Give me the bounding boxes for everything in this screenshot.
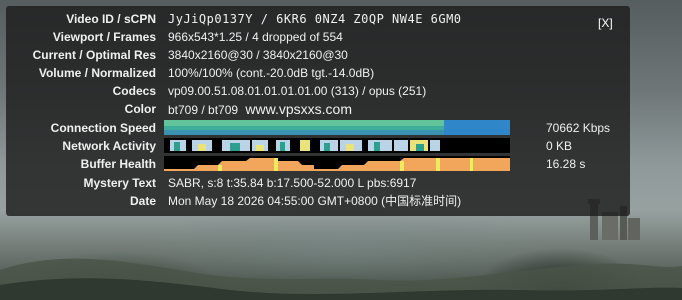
row-buffer-health: Buffer Health 16.28 s [6,155,626,173]
row-label: Connection Speed [50,121,156,135]
row-label: Volume / Normalized [38,66,156,80]
row-label: Buffer Health [80,157,156,171]
video-id-value: JyJiQp0137Y / 6KR6 0NZ4 Z0QP NW4E 6GM0 [168,12,462,26]
buffer-health-graph [164,156,510,171]
row-color: Color bt709 / bt709 www.vpsxxs.com [6,100,606,118]
connection-speed-value: 70662 Kbps [546,121,611,135]
date-value: Mon May 18 2026 04:55:00 GMT+0800 (中国标准时… [168,194,462,208]
row-label: Date [129,194,156,208]
row-resolution: Current / Optimal Res 3840x2160@30 / 384… [6,46,606,64]
codecs-value: vp09.00.51.08.01.01.01.01.00 (313) / opu… [168,84,427,98]
row-label: Video ID / sCPN [66,12,156,26]
row-codecs: Codecs vp09.00.51.08.01.01.01.01.00 (313… [6,82,606,100]
row-label: Color [124,102,156,116]
row-volume: Volume / Normalized 100%/100% (cont.-20.… [6,64,606,82]
color-text: bt709 / bt709 [168,103,239,117]
row-connection-speed: Connection Speed 70662 Kbps [6,119,626,137]
stats-for-nerds-panel: [X] Video ID / sCPN JyJiQp0137Y / 6KR6 0… [6,6,630,216]
row-mystery-text: Mystery Text SABR, s:8 t:35.84 b:17.500-… [6,174,606,192]
row-label: Viewport / Frames [52,30,156,44]
row-label: Network Activity [62,139,156,153]
row-label: Codecs [112,84,156,98]
network-activity-value: 0 KB [546,139,573,153]
color-value: bt709 / bt709 www.vpsxxs.com [168,100,352,119]
row-label: Mystery Text [83,176,156,190]
network-activity-graph [164,138,510,153]
connection-speed-graph [164,120,510,135]
mystery-text-value: SABR, s:8 t:35.84 b:17.500-52.000 L pbs:… [168,176,417,190]
volume-value: 100%/100% (cont.-20.0dB tgt.-14.0dB) [168,66,375,80]
viewport-value: 966x543*1.25 / 4 dropped of 554 [168,30,343,44]
resolution-value: 3840x2160@30 / 3840x2160@30 [168,48,348,62]
row-network-activity: Network Activity 0 KB [6,137,626,155]
buffer-health-value: 16.28 s [546,157,586,171]
row-label: Current / Optimal Res [32,48,156,62]
row-video-id: Video ID / sCPN JyJiQp0137Y / 6KR6 0NZ4 … [6,10,606,28]
landscape-hills [0,258,682,300]
watermark-text: www.vpsxxs.com [245,101,352,117]
row-date: Date Mon May 18 2026 04:55:00 GMT+0800 (… [6,192,606,210]
row-viewport: Viewport / Frames 966x543*1.25 / 4 dropp… [6,28,606,46]
